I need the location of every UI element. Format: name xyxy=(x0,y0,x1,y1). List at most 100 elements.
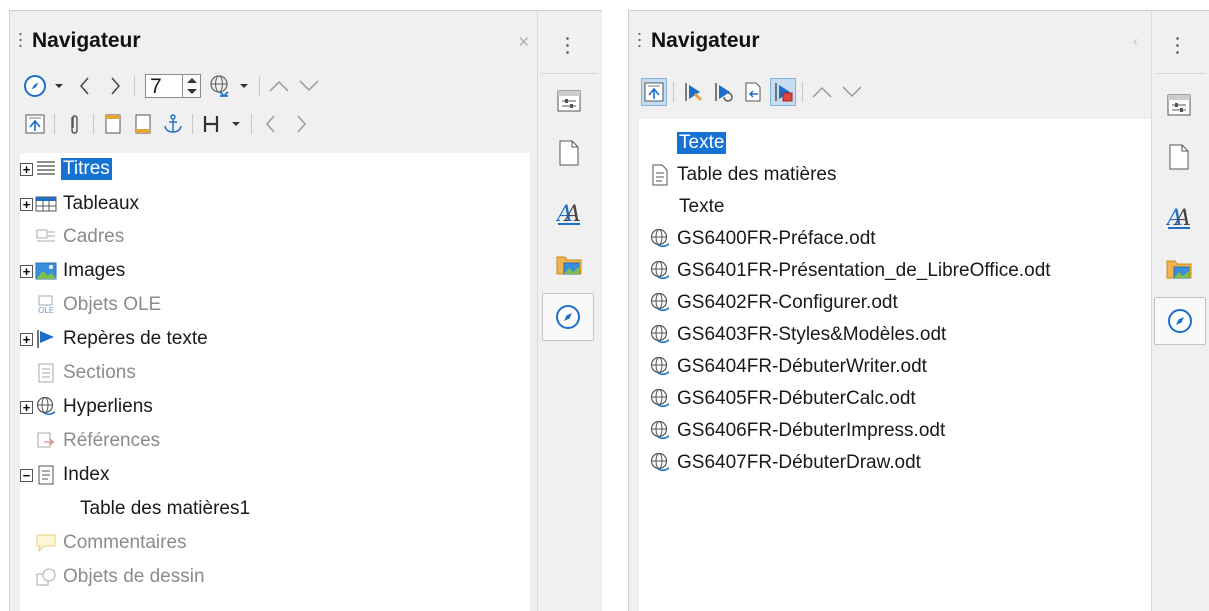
dropdown-arrow-icon[interactable] xyxy=(229,110,243,138)
page-number-input[interactable]: 7 xyxy=(145,74,183,98)
expand-icon[interactable]: + xyxy=(20,197,33,211)
page-number-spinbox[interactable]: 7 xyxy=(145,73,201,99)
globe-link-icon xyxy=(649,388,671,410)
expand-icon[interactable]: + xyxy=(20,162,33,176)
footer-icon[interactable] xyxy=(130,110,156,138)
tree-item-tableaux[interactable]: + Tableaux xyxy=(20,190,141,218)
tree-item-toc1[interactable]: Table des matières1 xyxy=(78,495,252,523)
gallery-deck-icon[interactable] xyxy=(552,249,586,281)
move-down-icon[interactable] xyxy=(296,72,322,100)
update-icon[interactable] xyxy=(710,78,736,106)
panel-titlebar: Navigateur ‹ xyxy=(629,11,1146,67)
tree-item-label: Table des matières xyxy=(677,164,837,185)
styles-deck-icon[interactable]: AA xyxy=(1162,201,1196,233)
headings-icon xyxy=(35,158,57,180)
properties-deck-icon[interactable] xyxy=(1162,89,1196,121)
tree-item-label: GS6405FR-DébuterCalc.odt xyxy=(677,388,916,409)
table-icon xyxy=(35,193,57,215)
tree-item-label: GS6407FR-DébuterDraw.odt xyxy=(677,452,921,473)
tree-item-label: Images xyxy=(63,260,126,281)
close-icon[interactable]: ‹ xyxy=(1133,33,1138,50)
navigator-deck-button[interactable] xyxy=(1154,297,1206,345)
globe-link-icon xyxy=(35,396,57,418)
paperclip-icon[interactable] xyxy=(61,110,87,138)
globe-link-icon xyxy=(649,228,671,250)
expand-icon[interactable]: + xyxy=(20,332,33,346)
tree-item-label: GS6404FR-DébuterWriter.odt xyxy=(677,356,927,377)
close-icon[interactable]: ✕ xyxy=(517,33,530,51)
tree-item-sections[interactable]: Sections xyxy=(35,359,138,387)
page-deck-icon[interactable] xyxy=(552,137,586,169)
master-document-toolbar xyxy=(641,75,869,109)
bookmark-flag-icon xyxy=(35,328,57,350)
list-item[interactable]: GS6407FR-DébuterDraw.odt xyxy=(649,449,923,477)
header-icon[interactable] xyxy=(100,110,126,138)
dropdown-arrow-icon[interactable] xyxy=(52,72,66,100)
navigator-deck-button[interactable] xyxy=(542,293,594,341)
globe-link-icon xyxy=(649,324,671,346)
tree-item-titres[interactable]: + Titres xyxy=(20,155,112,183)
toggle-view-icon[interactable] xyxy=(641,78,667,106)
styles-deck-icon[interactable]: AA xyxy=(552,197,586,229)
properties-deck-icon[interactable] xyxy=(552,85,586,117)
navigator-tree[interactable]: + Titres + Tableaux Cadres + Images OLE … xyxy=(20,153,530,611)
tree-item-references[interactable]: Références xyxy=(35,427,162,455)
tree-item-index[interactable]: − Index xyxy=(20,461,111,489)
separator xyxy=(259,76,260,96)
promote-icon[interactable] xyxy=(288,110,314,138)
tree-item-label: Index xyxy=(63,464,110,485)
tree-item-hyperlinks[interactable]: + Hyperliens xyxy=(20,393,155,421)
list-item[interactable]: Texte xyxy=(677,193,726,221)
save-contents-icon[interactable] xyxy=(770,78,796,106)
sidebar-menu-icon[interactable] xyxy=(1176,35,1179,55)
list-item[interactable]: GS6401FR-Présentation_de_LibreOffice.odt xyxy=(649,257,1053,285)
master-document-tree[interactable]: Texte Table des matières Texte GS6400FR-… xyxy=(639,119,1151,611)
navigation-compass-icon[interactable] xyxy=(22,72,48,100)
list-item[interactable]: GS6403FR-Styles&Modèles.odt xyxy=(649,321,948,349)
expand-icon[interactable]: + xyxy=(20,264,33,278)
demote-icon[interactable] xyxy=(258,110,284,138)
list-item[interactable]: GS6400FR-Préface.odt xyxy=(649,225,878,253)
collapse-icon[interactable]: − xyxy=(20,468,33,482)
tree-item-label: GS6403FR-Styles&Modèles.odt xyxy=(677,324,947,345)
tree-item-label: Titres xyxy=(61,158,112,180)
list-item[interactable]: GS6406FR-DébuterImpress.odt xyxy=(649,417,947,445)
list-item[interactable]: GS6402FR-Configurer.odt xyxy=(649,289,900,317)
separator xyxy=(673,82,674,102)
tree-item-label: GS6400FR-Préface.odt xyxy=(677,228,876,249)
tree-item-cadres[interactable]: Cadres xyxy=(35,223,126,251)
drag-mode-globe-icon[interactable] xyxy=(207,72,233,100)
spin-up-icon[interactable] xyxy=(186,78,197,83)
spin-buttons[interactable] xyxy=(183,74,201,98)
anchor-icon[interactable] xyxy=(160,110,186,138)
spin-down-icon[interactable] xyxy=(186,89,197,94)
move-up-icon[interactable] xyxy=(809,78,835,106)
tree-item-ole[interactable]: OLE Objets OLE xyxy=(35,291,163,319)
tree-item-label: Texte xyxy=(679,196,725,217)
tree-item-images[interactable]: + Images xyxy=(20,257,127,285)
page-deck-icon[interactable] xyxy=(1162,141,1196,173)
navigator-toolbar-row1: 7 xyxy=(22,69,326,103)
insert-icon[interactable] xyxy=(740,78,766,106)
gallery-deck-icon[interactable] xyxy=(1162,253,1196,285)
drag-grip[interactable] xyxy=(19,31,22,49)
heading-level-icon[interactable] xyxy=(199,110,225,138)
tree-item-label: Texte xyxy=(677,132,727,154)
previous-icon[interactable] xyxy=(72,72,98,100)
list-item[interactable]: GS6404FR-DébuterWriter.odt xyxy=(649,353,929,381)
content-view-icon[interactable] xyxy=(22,110,48,138)
list-item[interactable]: Texte xyxy=(677,129,727,157)
tree-item-bookmarks[interactable]: + Repères de texte xyxy=(20,325,210,353)
tree-item-drawing-objects[interactable]: Objets de dessin xyxy=(35,563,207,591)
list-item[interactable]: GS6405FR-DébuterCalc.odt xyxy=(649,385,918,413)
move-down-icon[interactable] xyxy=(839,78,865,106)
tree-item-comments[interactable]: Commentaires xyxy=(35,529,189,557)
edit-icon[interactable] xyxy=(680,78,706,106)
move-up-icon[interactable] xyxy=(266,72,292,100)
expand-icon[interactable]: + xyxy=(20,400,33,414)
dropdown-arrow-icon[interactable] xyxy=(237,72,251,100)
sidebar-menu-icon[interactable] xyxy=(566,35,569,55)
next-icon[interactable] xyxy=(102,72,128,100)
list-item[interactable]: Table des matières xyxy=(649,161,838,189)
drag-grip[interactable] xyxy=(638,31,641,49)
